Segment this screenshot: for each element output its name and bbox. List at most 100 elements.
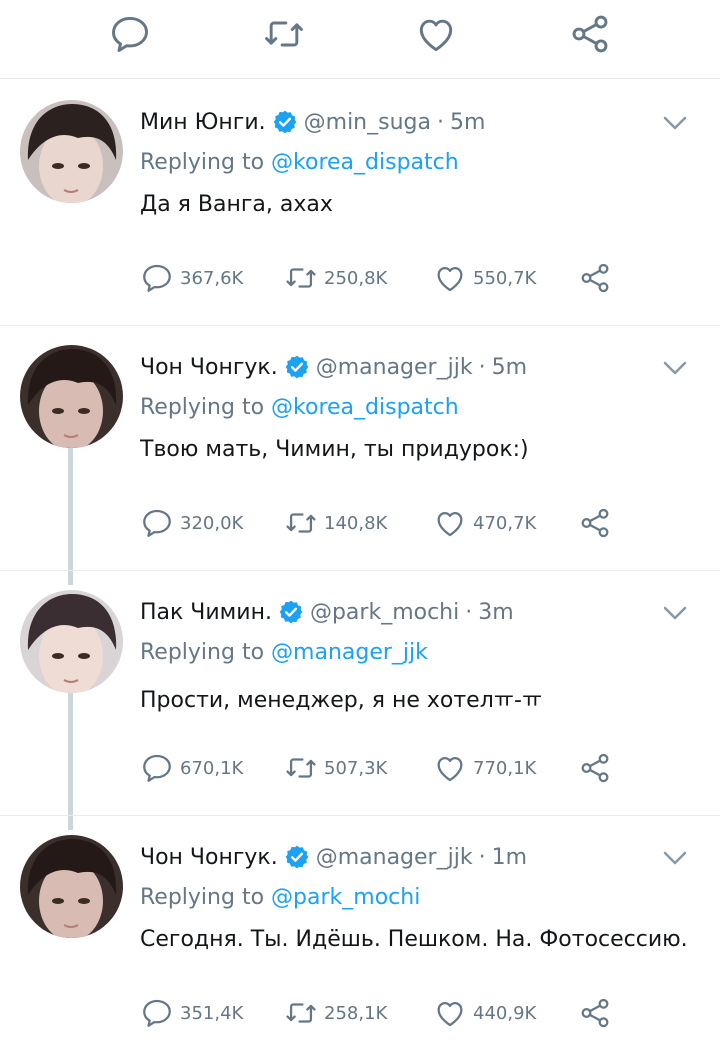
replying-to-link[interactable]: @korea_dispatch [271, 395, 459, 420]
separator-dot: · [465, 599, 473, 625]
replying-to-link[interactable]: @manager_jjk [271, 640, 428, 665]
tweet[interactable]: Мин Юнги. @min_suga · 5m Replying to @ko… [0, 80, 720, 326]
reply-button[interactable]: 351,4K [140, 993, 243, 1033]
chevron-down-icon[interactable] [660, 108, 690, 142]
share-button[interactable] [578, 993, 612, 1033]
avatar[interactable] [20, 100, 123, 203]
share-button[interactable] [578, 258, 612, 298]
tweet-header: Чон Чонгук. @manager_jjk · 5m [140, 347, 527, 387]
avatar-photo [20, 590, 123, 693]
like-count: 470,7K [473, 512, 537, 534]
tweet-actions: 670,1K 507,3K 770,1K [140, 748, 640, 788]
reply-icon[interactable] [108, 12, 152, 56]
separator-dot: · [478, 844, 486, 870]
timestamp[interactable]: 1m [492, 845, 527, 870]
display-name[interactable]: Мин Юнги. [140, 110, 266, 135]
timestamp[interactable]: 5m [492, 355, 527, 380]
user-handle[interactable]: @manager_jjk [316, 845, 473, 870]
verified-badge-icon [284, 354, 310, 380]
share-icon [578, 996, 612, 1030]
replying-to: Replying to @korea_dispatch [140, 395, 459, 420]
replying-to-label: Replying to [140, 395, 265, 420]
avatar[interactable] [20, 835, 123, 938]
tweet-actions: 351,4K 258,1K 440,9K [140, 993, 640, 1033]
top-action-bar [0, 0, 720, 79]
avatar[interactable] [20, 590, 123, 693]
chevron-down-icon[interactable] [660, 843, 690, 877]
like-button[interactable]: 550,7K [433, 258, 536, 298]
tweet[interactable]: Пак Чимин. @park_mochi · 3m Replying to … [0, 570, 720, 816]
display-name[interactable]: Чон Чонгук. [140, 845, 278, 870]
tweet[interactable]: Чон Чонгук. @manager_jjk · 1m Replying t… [0, 815, 720, 1060]
share-button[interactable] [578, 748, 612, 788]
reply-count: 670,1K [180, 757, 244, 779]
reply-icon [140, 261, 174, 295]
share-icon [578, 751, 612, 785]
retweet-button[interactable]: 140,8K [284, 503, 387, 543]
reply-icon [140, 506, 174, 540]
retweet-icon [284, 261, 318, 295]
replying-to: Replying to @manager_jjk [140, 640, 428, 665]
tweet-text: Твою мать, Чимин, ты придурок:) [140, 437, 529, 462]
avatar[interactable] [20, 345, 123, 448]
retweet-count: 507,3K [324, 757, 388, 779]
display-name[interactable]: Пак Чимин. [140, 600, 272, 625]
replying-to: Replying to @park_mochi [140, 885, 420, 910]
tweet-header: Мин Юнги. @min_suga · 5m [140, 102, 485, 142]
reply-icon [140, 996, 174, 1030]
user-handle[interactable]: @park_mochi [310, 600, 459, 625]
verified-badge-icon [278, 599, 304, 625]
like-icon [433, 261, 467, 295]
user-handle[interactable]: @min_suga [304, 110, 431, 135]
like-icon[interactable] [414, 12, 458, 56]
tweet-text: Прости, менеджер, я не хотелㅠ-ㅠ [140, 688, 543, 713]
like-count: 770,1K [473, 757, 537, 779]
verified-badge-icon [272, 109, 298, 135]
like-count: 550,7K [473, 267, 537, 289]
tweet-actions: 367,6K 250,8K 550,7K [140, 258, 640, 298]
replying-to-label: Replying to [140, 885, 265, 910]
separator-dot: · [436, 109, 444, 135]
avatar-photo [20, 345, 123, 448]
reply-button[interactable]: 670,1K [140, 748, 243, 788]
reply-button[interactable]: 320,0K [140, 503, 243, 543]
timestamp[interactable]: 3m [478, 600, 513, 625]
reply-button[interactable]: 367,6K [140, 258, 243, 298]
tweet[interactable]: Чон Чонгук. @manager_jjk · 5m Replying t… [0, 325, 720, 571]
retweet-count: 250,8K [324, 267, 388, 289]
chevron-down-icon[interactable] [660, 598, 690, 632]
chevron-down-icon[interactable] [660, 353, 690, 387]
retweet-icon[interactable] [262, 12, 306, 56]
replying-to-link[interactable]: @park_mochi [271, 885, 420, 910]
tweet-text: Сегодня. Ты. Идёшь. Пешком. На. Фотосесс… [140, 927, 688, 952]
avatar-photo [20, 100, 123, 203]
retweet-count: 140,8K [324, 512, 388, 534]
user-handle[interactable]: @manager_jjk [316, 355, 473, 380]
tweet-header: Пак Чимин. @park_mochi · 3m [140, 592, 514, 632]
like-button[interactable]: 440,9K [433, 993, 536, 1033]
reply-count: 351,4K [180, 1002, 244, 1024]
retweet-button[interactable]: 258,1K [284, 993, 387, 1033]
reply-count: 367,6K [180, 267, 244, 289]
retweet-icon [284, 506, 318, 540]
like-icon [433, 996, 467, 1030]
like-button[interactable]: 470,7K [433, 503, 536, 543]
replying-to: Replying to @korea_dispatch [140, 150, 459, 175]
verified-badge-icon [284, 844, 310, 870]
retweet-button[interactable]: 250,8K [284, 258, 387, 298]
retweet-count: 258,1K [324, 1002, 388, 1024]
replying-to-label: Replying to [140, 150, 265, 175]
display-name[interactable]: Чон Чонгук. [140, 355, 278, 380]
like-button[interactable]: 770,1K [433, 748, 536, 788]
tweet-actions: 320,0K 140,8K 470,7K [140, 503, 640, 543]
share-button[interactable] [578, 503, 612, 543]
share-icon[interactable] [568, 12, 612, 56]
tweet-text: Да я Ванга, ахах [140, 192, 333, 217]
separator-dot: · [478, 354, 486, 380]
retweet-icon [284, 996, 318, 1030]
retweet-button[interactable]: 507,3K [284, 748, 387, 788]
replying-to-link[interactable]: @korea_dispatch [271, 150, 459, 175]
reply-count: 320,0K [180, 512, 244, 534]
timestamp[interactable]: 5m [450, 110, 485, 135]
like-count: 440,9K [473, 1002, 537, 1024]
